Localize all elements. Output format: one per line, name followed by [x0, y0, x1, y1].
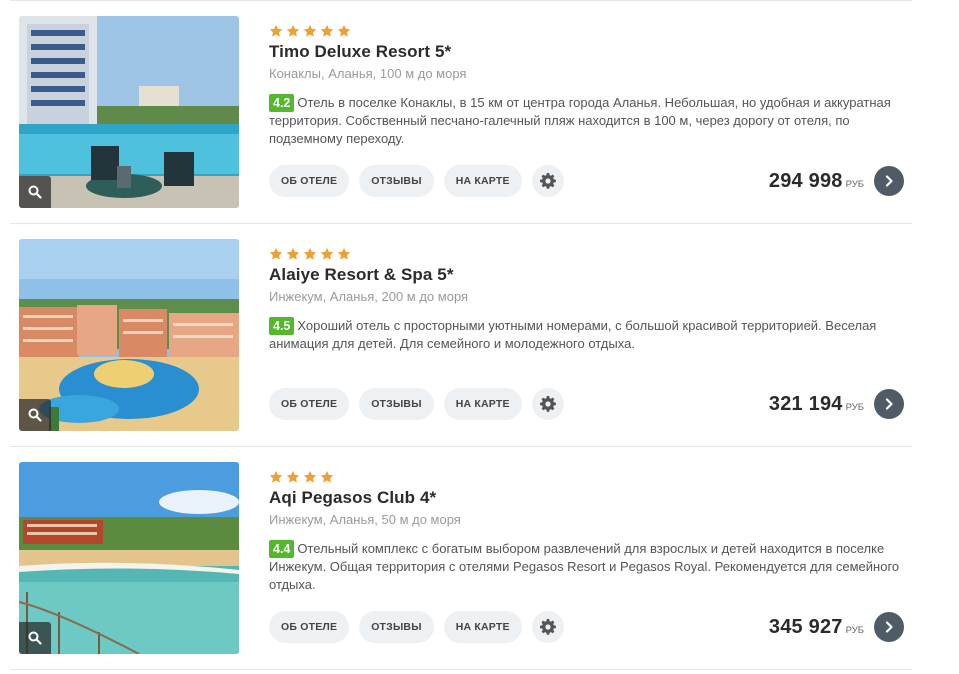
search-icon[interactable]	[19, 399, 51, 431]
hotel-card: Timo Deluxe Resort 5* Конаклы, Аланья, 1…	[10, 1, 912, 223]
chevron-right-icon[interactable]	[874, 612, 904, 642]
star-icon	[286, 470, 300, 483]
hotel-photo[interactable]	[19, 239, 239, 431]
hotel-description: 4.5 Хороший отель с просторными уютными н…	[269, 317, 909, 353]
star-icon	[303, 24, 317, 37]
reviews-button[interactable]: ОТЗЫВЫ	[359, 388, 434, 420]
on-map-button[interactable]: НА КАРТЕ	[443, 611, 522, 643]
price-value: 345 927	[768, 615, 843, 638]
about-hotel-button[interactable]: ОБ ОТЕЛЕ	[269, 165, 350, 197]
hotel-info: Aqi Pegasos Club 4* Инжекум, Аланья, 50 …	[269, 470, 909, 594]
hotel-actions: ОБ ОТЕЛЕ ОТЗЫВЫ НА КАРТЕ	[269, 611, 564, 643]
hotel-description: 4.4 Отельный комплекс с богатым выбором р…	[269, 540, 909, 594]
about-hotel-button[interactable]: ОБ ОТЕЛЕ	[269, 611, 350, 643]
star-icon	[320, 24, 334, 37]
star-icon	[269, 247, 283, 260]
hotel-card: Alaiye Resort & Spa 5* Инжекум, Аланья, …	[10, 224, 912, 446]
star-icon	[269, 470, 283, 483]
star-icon	[337, 247, 351, 260]
hotel-card: Aqi Pegasos Club 4* Инжекум, Аланья, 50 …	[10, 447, 912, 669]
hotel-name[interactable]: Alaiye Resort & Spa 5*	[269, 265, 909, 285]
star-icon	[303, 247, 317, 260]
rating-badge: 4.4	[269, 540, 295, 558]
hotel-photo[interactable]	[19, 16, 239, 208]
divider	[10, 669, 912, 670]
star-icon	[286, 247, 300, 260]
hotel-info: Alaiye Resort & Spa 5* Инжекум, Аланья, …	[269, 247, 909, 353]
price-value: 321 194	[768, 392, 843, 415]
hotel-actions: ОБ ОТЕЛЕ ОТЗЫВЫ НА КАРТЕ	[269, 165, 564, 197]
on-map-button[interactable]: НА КАРТЕ	[443, 388, 522, 420]
price-block: 321 194 РУБ	[769, 389, 904, 419]
star-icon	[320, 470, 334, 483]
star-icon	[303, 470, 317, 483]
hotel-location: Конаклы, Аланья, 100 м до моря	[269, 66, 467, 81]
star-icon	[320, 247, 334, 260]
star-rating	[269, 470, 909, 484]
hotel-location: Инжекум, Аланья, 50 м до моря	[269, 512, 461, 527]
hotel-info: Timo Deluxe Resort 5* Конаклы, Аланья, 1…	[269, 24, 909, 148]
reviews-button[interactable]: ОТЗЫВЫ	[359, 165, 434, 197]
about-hotel-button[interactable]: ОБ ОТЕЛЕ	[269, 388, 350, 420]
rating-badge: 4.5	[269, 317, 295, 335]
description-text: Хороший отель с просторными уютными номе…	[269, 318, 877, 351]
hotel-list: Timo Deluxe Resort 5* Конаклы, Аланья, 1…	[10, 0, 912, 670]
hotel-location: Инжекум, Аланья, 200 м до моря	[269, 289, 469, 304]
currency-label: РУБ	[845, 401, 864, 413]
hotel-actions: ОБ ОТЕЛЕ ОТЗЫВЫ НА КАРТЕ	[269, 388, 564, 420]
description-text: Отельный комплекс с богатым выбором разв…	[269, 541, 900, 592]
star-rating	[269, 247, 909, 261]
hotel-name[interactable]: Timo Deluxe Resort 5*	[269, 42, 909, 62]
star-icon	[286, 24, 300, 37]
gear-icon[interactable]	[531, 165, 564, 197]
search-icon[interactable]	[19, 622, 51, 654]
search-icon[interactable]	[19, 176, 51, 208]
gear-icon[interactable]	[531, 611, 564, 643]
hotel-photo[interactable]	[19, 462, 239, 654]
price-value: 294 998	[768, 169, 843, 192]
gear-icon[interactable]	[531, 388, 564, 420]
price-block: 345 927 РУБ	[769, 612, 904, 642]
reviews-button[interactable]: ОТЗЫВЫ	[359, 611, 434, 643]
currency-label: РУБ	[845, 624, 864, 636]
hotel-description: 4.2 Отель в поселке Конаклы, в 15 км от ц…	[269, 94, 909, 148]
rating-badge: 4.2	[269, 94, 295, 112]
chevron-right-icon[interactable]	[874, 166, 904, 196]
currency-label: РУБ	[845, 178, 864, 190]
star-rating	[269, 24, 909, 38]
star-icon	[337, 24, 351, 37]
chevron-right-icon[interactable]	[874, 389, 904, 419]
on-map-button[interactable]: НА КАРТЕ	[443, 165, 522, 197]
hotel-name[interactable]: Aqi Pegasos Club 4*	[269, 488, 909, 508]
price-block: 294 998 РУБ	[769, 166, 904, 196]
description-text: Отель в поселке Конаклы, в 15 км от цент…	[269, 95, 891, 146]
star-icon	[269, 24, 283, 37]
